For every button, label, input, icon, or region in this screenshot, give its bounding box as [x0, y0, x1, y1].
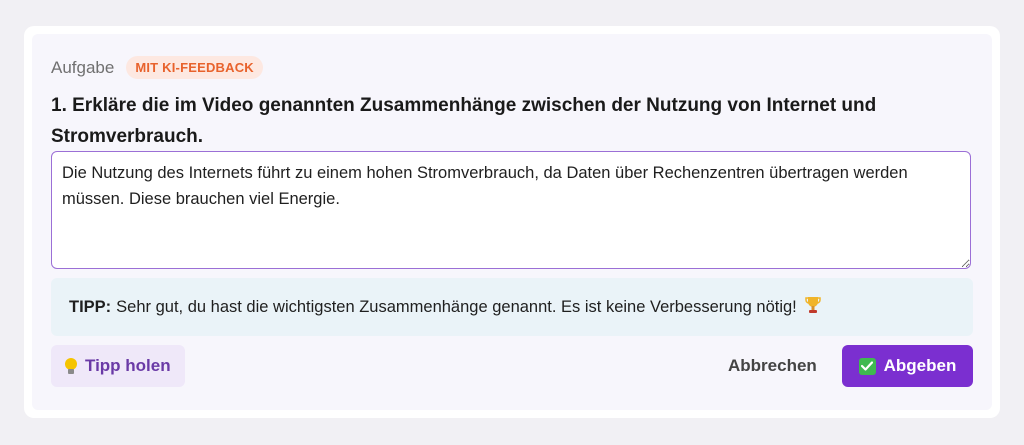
ki-feedback-badge: MIT KI-FEEDBACK [126, 56, 263, 79]
tip-feedback-box: TIPP: Sehr gut, du hast die wichtigsten … [51, 278, 973, 336]
task-header: Aufgabe MIT KI-FEEDBACK [51, 56, 263, 79]
answer-textarea[interactable]: Die Nutzung des Internets führt zu einem… [51, 151, 971, 269]
task-label: Aufgabe [51, 57, 115, 77]
task-card: Aufgabe MIT KI-FEEDBACK 1. Erkläre die i… [32, 34, 992, 410]
get-tip-label: Tipp holen [85, 356, 171, 375]
trophy-icon [805, 296, 821, 319]
tip-text: Sehr gut, du hast die wichtigsten Zusamm… [116, 297, 797, 316]
lightbulb-icon [65, 358, 77, 374]
checkmark-icon [858, 357, 876, 375]
outer-panel: Aufgabe MIT KI-FEEDBACK 1. Erkläre die i… [24, 26, 1000, 418]
submit-label: Abgeben [883, 356, 957, 375]
task-question: 1. Erkläre die im Video genannten Zusamm… [51, 95, 877, 147]
tip-prefix: TIPP: [69, 297, 112, 316]
cancel-button[interactable]: Abbrechen [728, 345, 817, 387]
get-tip-button[interactable]: Tipp holen [51, 345, 185, 387]
submit-button[interactable]: Abgeben [842, 345, 973, 387]
